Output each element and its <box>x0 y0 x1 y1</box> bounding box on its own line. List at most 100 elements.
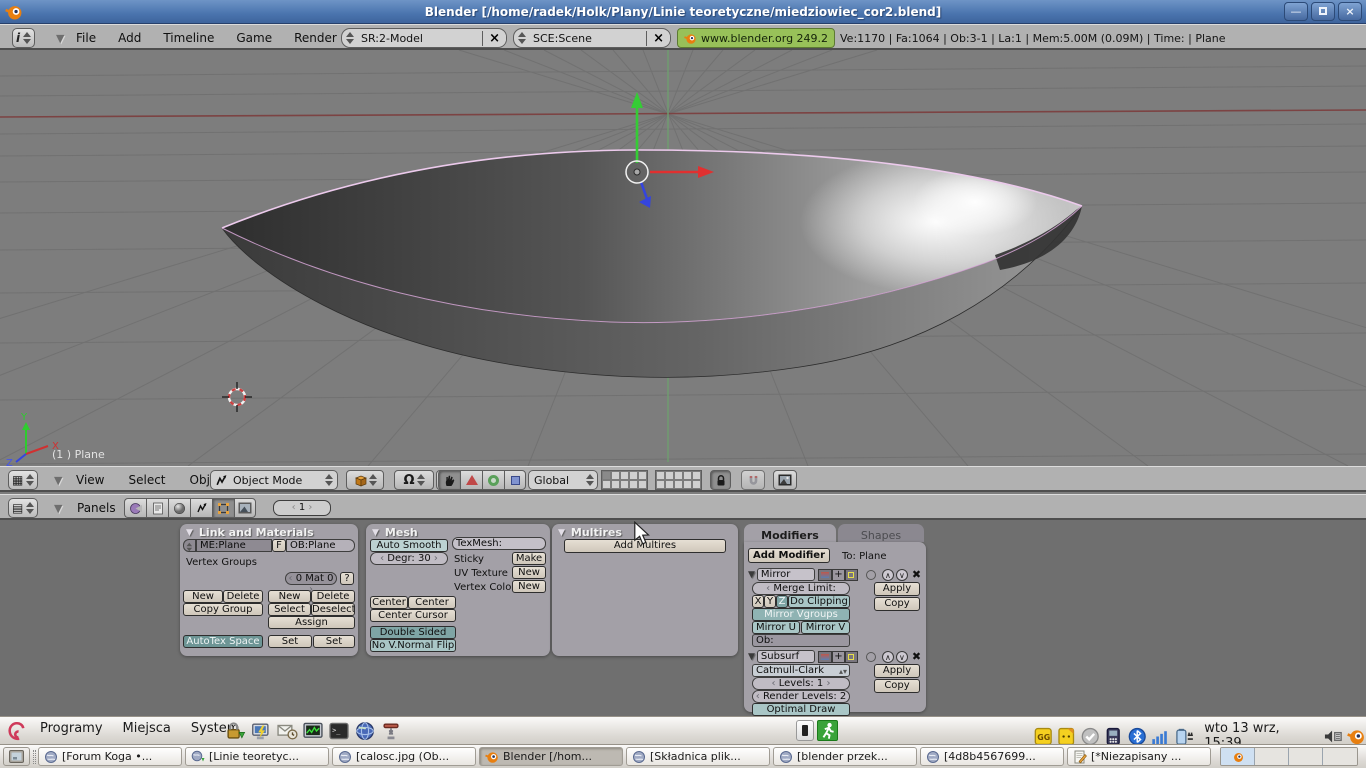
script-buttons-tab[interactable] <box>146 498 168 518</box>
minimize-button[interactable]: — <box>1284 2 1308 21</box>
taskbar-window-calosc[interactable]: [calosc.jpg (Ob... <box>332 747 476 766</box>
move-down-button[interactable]: ∨ <box>896 569 908 581</box>
select-button[interactable]: Select <box>268 603 311 616</box>
deselect-button[interactable]: Deselect <box>311 603 355 616</box>
subsurf-name-field[interactable]: Subsurf <box>757 650 815 663</box>
logic-buttons-tab[interactable] <box>124 498 146 518</box>
menu-render[interactable]: Render <box>290 31 341 45</box>
double-sided-toggle[interactable]: Double Sided <box>370 626 456 639</box>
mirror-object-field[interactable]: Ob: <box>752 634 850 647</box>
frame-counter[interactable]: ‹ 1 › <box>273 500 331 516</box>
show-hide-applet-button[interactable] <box>796 720 814 741</box>
stepper-icon[interactable] <box>346 32 354 44</box>
subsurf-levels-slider[interactable]: ‹ Levels: 1 › <box>752 677 850 690</box>
menu-view[interactable]: View <box>72 473 108 487</box>
cage-toggle-icon[interactable] <box>866 652 876 662</box>
material-counter[interactable]: ‹ 0 Mat 0 › <box>285 572 337 585</box>
workbench-launcher-icon[interactable] <box>380 720 402 742</box>
viewport-3d[interactable]: Y X Z (1 ) Plane <box>0 50 1366 466</box>
autotex-space-toggle[interactable]: AutoTex Space <box>183 635 263 648</box>
mirror-visibility-toggles[interactable]: + <box>818 569 858 581</box>
fake-user-button[interactable]: F <box>272 539 286 552</box>
move-up-button[interactable]: ∧ <box>882 651 894 663</box>
tab-shapes[interactable]: Shapes <box>838 524 924 542</box>
pivot-selector[interactable]: Ω <box>394 470 434 490</box>
taskbar-window-niezapisany[interactable]: [*Niezapisany ... <box>1067 747 1211 766</box>
mode-selector[interactable]: Object Mode <box>210 470 338 490</box>
mirror-copy-button[interactable]: Copy <box>874 597 920 611</box>
maximize-button[interactable] <box>1311 2 1335 21</box>
mirror-axis-y-toggle[interactable]: Y <box>764 595 776 608</box>
vgroup-new-button[interactable]: New <box>183 590 223 603</box>
collapse-arrow-icon[interactable]: ▼ <box>54 502 62 515</box>
notes-tray-icon[interactable] <box>1057 727 1075 746</box>
rotate-manipulator-button[interactable] <box>460 470 482 490</box>
cage-toggle-icon[interactable] <box>866 570 876 580</box>
taskbar-window-skladnica[interactable]: [Składnica plik... <box>626 747 770 766</box>
assign-button[interactable]: Assign <box>268 616 355 629</box>
force-quit-button[interactable] <box>817 720 838 741</box>
layer-buttons-group-2[interactable] <box>655 470 702 490</box>
render-preview-button[interactable] <box>773 470 797 490</box>
mirror-axis-x-toggle[interactable]: X <box>752 595 764 608</box>
workspace-4[interactable] <box>1323 748 1357 765</box>
update-notifier-tray-icon[interactable] <box>1081 727 1099 746</box>
expand-icon[interactable]: ▼ <box>748 570 755 580</box>
taskbar-window-linie[interactable]: [Linie teoretyc... <box>185 747 329 766</box>
sticky-make-button[interactable]: Make <box>512 552 546 565</box>
scene-selector[interactable]: SCE:Scene × <box>513 28 671 48</box>
mirror-axis-z-toggle[interactable]: Z <box>776 595 788 608</box>
orientation-selector[interactable]: Global <box>528 470 598 490</box>
window-type-selector[interactable]: ▤ <box>8 498 38 518</box>
signal-strength-tray-icon[interactable] <box>1151 727 1169 746</box>
set-smooth-button[interactable]: Set Smoot <box>268 635 312 648</box>
editmode-visibility-icon[interactable] <box>845 569 858 581</box>
mirror-apply-button[interactable]: Apply <box>874 582 920 596</box>
panel-header[interactable]: ▼ Mesh <box>372 526 418 539</box>
panel-header[interactable]: ▼ Multires <box>558 526 622 539</box>
center-new-button[interactable]: Center New <box>408 596 456 609</box>
expand-icon[interactable]: ▼ <box>748 652 755 662</box>
do-clipping-toggle[interactable]: Do Clipping <box>788 595 850 608</box>
modem-tray-icon[interactable] <box>1104 727 1122 746</box>
close-button[interactable]: × <box>1338 2 1362 21</box>
material-help-button[interactable]: ? <box>340 572 354 585</box>
window-type-selector[interactable]: i <box>12 28 35 48</box>
panel-grip[interactable] <box>33 750 36 764</box>
optimal-draw-toggle[interactable]: Optimal Draw <box>752 703 850 716</box>
unlink-screen-button[interactable]: × <box>482 31 506 46</box>
move-down-button[interactable]: ∨ <box>896 651 908 663</box>
object-name-field[interactable]: OB:Plane <box>286 539 355 552</box>
mirror-name-field[interactable]: Mirror <box>757 568 815 581</box>
add-modifier-button[interactable]: Add Modifier <box>748 548 830 563</box>
realtime-visibility-icon[interactable]: + <box>832 569 845 581</box>
collapse-arrow-icon[interactable]: ▼ <box>56 32 64 45</box>
render-visibility-icon[interactable] <box>818 569 832 581</box>
render-levels-slider[interactable]: ‹ Render Levels: 2 › <box>752 690 850 703</box>
layer-buttons-group-1[interactable] <box>601 470 648 490</box>
scene-buttons-tab[interactable] <box>234 498 256 518</box>
subsurf-type-dropdown[interactable]: Catmull-Clark ▴▾ <box>752 664 850 677</box>
editmode-visibility-icon[interactable] <box>845 651 858 663</box>
show-desktop-button[interactable] <box>3 747 30 766</box>
subsurf-copy-button[interactable]: Copy <box>874 679 920 693</box>
uv-texture-new-button[interactable]: New <box>512 566 546 579</box>
realtime-visibility-icon[interactable]: + <box>832 651 845 663</box>
menu-file[interactable]: File <box>72 31 100 45</box>
degr-slider[interactable]: ‹ Degr: 30 › <box>370 552 448 565</box>
bluetooth-tray-icon[interactable] <box>1128 727 1146 746</box>
workspace-1[interactable] <box>1221 748 1255 765</box>
auto-smooth-toggle[interactable]: Auto Smooth <box>370 539 448 552</box>
panel-header[interactable]: ▼ Link and Materials <box>186 526 314 539</box>
vertex-color-new-button[interactable]: New <box>512 580 546 593</box>
software-update-launcher-icon[interactable] <box>224 720 246 742</box>
no-vnormal-flip-toggle[interactable]: No V.Normal Flip <box>370 639 456 652</box>
window-type-selector[interactable]: ▦ <box>8 470 38 490</box>
mirror-u-toggle[interactable]: Mirror U <box>752 621 800 634</box>
menu-add[interactable]: Add <box>114 31 145 45</box>
terminal-launcher-icon[interactable]: >_ <box>328 720 350 742</box>
delete-modifier-icon[interactable]: ✖ <box>912 568 921 581</box>
mirror-v-toggle[interactable]: Mirror V <box>801 621 850 634</box>
snap-button[interactable] <box>741 470 765 490</box>
shading-buttons-tab[interactable] <box>168 498 190 518</box>
